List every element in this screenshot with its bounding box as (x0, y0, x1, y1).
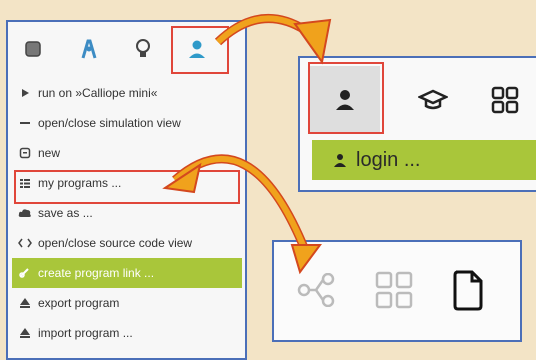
user-menu-panel: login ... (298, 56, 536, 192)
robot-tab-icon[interactable] (70, 30, 108, 68)
login-menu-item[interactable]: login ... (312, 140, 536, 180)
program-menu-panel: run on »Calliope mini« open/close simula… (6, 20, 247, 360)
menu-item-label: export program (38, 296, 120, 310)
menu-item-new[interactable]: new (12, 138, 242, 168)
menu-item-label: create program link ... (38, 266, 155, 280)
export-icon (18, 296, 32, 310)
menu-item-simulation[interactable]: open/close simulation view (12, 108, 242, 138)
menu-item-label: run on »Calliope mini« (38, 86, 158, 100)
play-icon (18, 86, 32, 100)
menu-item-label: open/close source code view (38, 236, 193, 250)
share-nodes-icon[interactable] (288, 262, 344, 318)
lightbulb-tab-icon[interactable] (124, 30, 162, 68)
login-label: login ... (356, 148, 421, 171)
menu-item-import[interactable]: import program ... (12, 318, 242, 348)
gallery-grid-icon[interactable] (366, 262, 422, 318)
menu-item-label: new (38, 146, 61, 160)
graduation-cap-icon[interactable] (398, 66, 468, 134)
menu-item-source-code[interactable]: open/close source code view (12, 228, 242, 258)
document-icon[interactable] (440, 262, 496, 318)
gallery-grid-icon[interactable] (470, 66, 536, 134)
user-small-icon (334, 153, 346, 167)
new-file-icon (18, 146, 32, 160)
program-tab-icon[interactable] (14, 30, 52, 68)
cloud-save-icon (18, 206, 32, 220)
menu-item-run[interactable]: run on »Calliope mini« (12, 78, 242, 108)
menu-item-export[interactable]: export program (12, 288, 242, 318)
code-icon (18, 236, 32, 250)
menu-item-label: save as ... (38, 206, 93, 220)
minus-icon (18, 116, 32, 130)
program-menu: run on »Calliope mini« open/close simula… (12, 78, 242, 348)
menu-item-create-link[interactable]: create program link ... (12, 258, 242, 288)
user-icon-highlight (308, 62, 384, 134)
import-icon (18, 326, 32, 340)
toolbar-icons-panel (272, 240, 522, 342)
menu-item-label: open/close simulation view (38, 116, 181, 130)
menu-item-label: import program ... (38, 326, 133, 340)
user-tab-highlight (171, 26, 229, 74)
link-icon (18, 266, 32, 280)
my-programs-highlight (14, 170, 240, 204)
